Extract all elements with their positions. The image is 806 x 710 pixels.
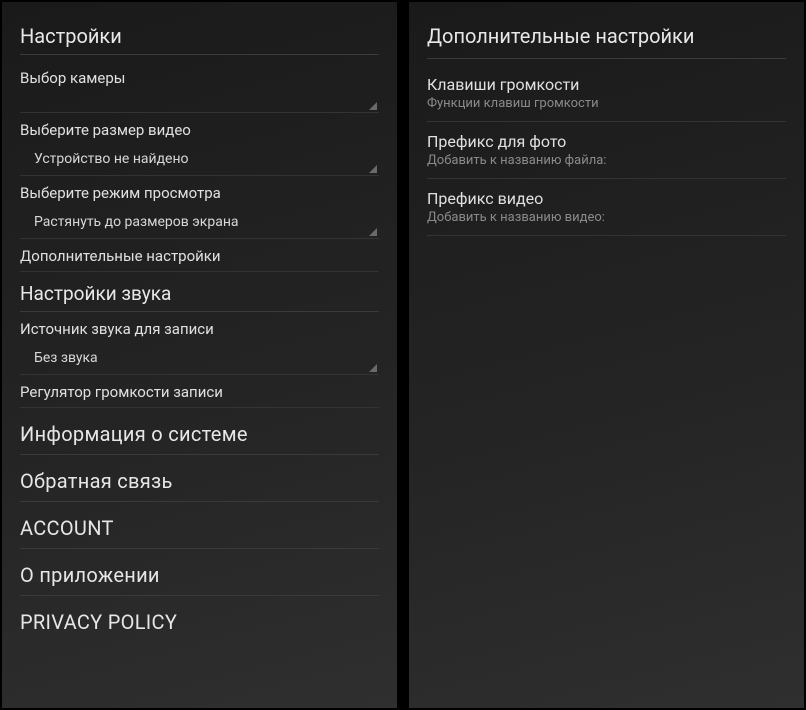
- video-size-spinner[interactable]: Устройство не найдено: [20, 143, 379, 176]
- volume-keys-item[interactable]: Клавиши громкости Функции клавиш громкос…: [427, 67, 786, 122]
- video-prefix-title: Префикс видео: [427, 189, 786, 208]
- view-mode-label: Выберите режим просмотра: [20, 176, 379, 206]
- feedback-item[interactable]: Обратная связь: [20, 455, 379, 502]
- view-mode-value: Растянуть до размеров экрана: [34, 214, 239, 230]
- audio-source-value: Без звука: [34, 350, 98, 366]
- photo-prefix-sub: Добавить к названию файла:: [427, 153, 786, 168]
- volume-control-item[interactable]: Регулятор громкости записи: [20, 375, 379, 408]
- audio-source-label: Источник звука для записи: [20, 312, 379, 342]
- video-prefix-item[interactable]: Префикс видео Добавить к названию видео:: [427, 181, 786, 236]
- volume-keys-title: Клавиши громкости: [427, 75, 786, 94]
- settings-title: Настройки: [20, 24, 379, 55]
- settings-panel-right: Дополнительные настройки Клавиши громкос…: [409, 2, 804, 708]
- video-size-value: Устройство не найдено: [34, 151, 189, 167]
- system-info-item[interactable]: Информация о системе: [20, 408, 379, 455]
- sound-settings-title: Настройки звука: [20, 272, 379, 312]
- additional-settings-item[interactable]: Дополнительные настройки: [20, 239, 379, 272]
- view-mode-spinner[interactable]: Растянуть до размеров экрана: [20, 206, 379, 239]
- video-size-label: Выберите размер видео: [20, 113, 379, 143]
- privacy-item[interactable]: PRIVACY POLICY: [20, 596, 379, 642]
- photo-prefix-title: Префикс для фото: [427, 132, 786, 151]
- camera-select-label: Выбор камеры: [20, 61, 379, 91]
- about-item[interactable]: О приложении: [20, 549, 379, 596]
- account-item[interactable]: ACCOUNT: [20, 502, 379, 549]
- settings-panel-left: Настройки Выбор камеры Выберите размер в…: [2, 2, 397, 708]
- volume-keys-sub: Функции клавиш громкости: [427, 96, 786, 111]
- photo-prefix-item[interactable]: Префикс для фото Добавить к названию фай…: [427, 124, 786, 179]
- video-prefix-sub: Добавить к названию видео:: [427, 210, 786, 225]
- audio-source-spinner[interactable]: Без звука: [20, 342, 379, 375]
- additional-settings-title: Дополнительные настройки: [427, 24, 786, 59]
- camera-select-spinner[interactable]: [20, 91, 379, 113]
